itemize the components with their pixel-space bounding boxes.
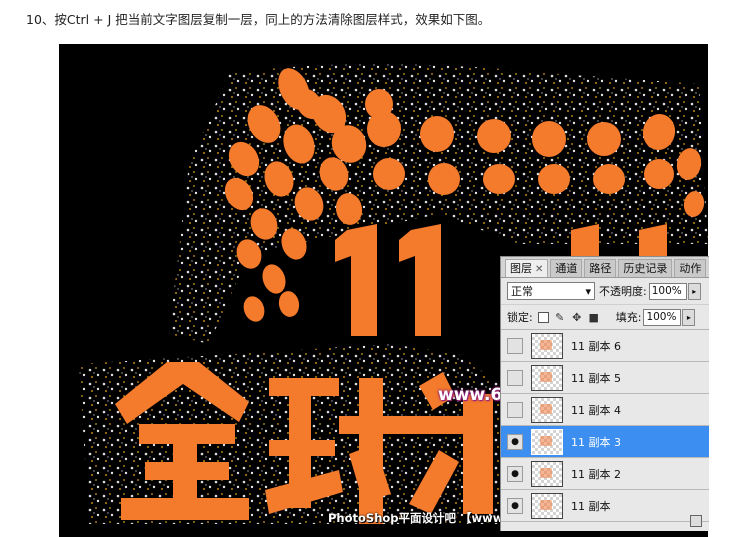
- tab-history-label: 历史记录: [623, 262, 668, 275]
- orange-dot: [428, 163, 460, 195]
- tab-actions[interactable]: 动作: [674, 259, 707, 277]
- visibility-toggle[interactable]: [507, 401, 523, 418]
- opacity-arrow-icon[interactable]: ▸: [687, 282, 701, 300]
- blend-mode-select[interactable]: 正常 ▾: [507, 282, 595, 300]
- orange-dot: [365, 89, 393, 119]
- eye-icon[interactable]: ●: [507, 433, 523, 450]
- visibility-toggle[interactable]: [507, 337, 523, 354]
- layer-name: 11 副本 2: [571, 467, 621, 481]
- panel-tabbar: 图层 ✕ 通道 路径 历史记录 动作: [501, 257, 709, 278]
- opacity-label: 不透明度:: [599, 285, 647, 298]
- tab-paths[interactable]: 路径: [584, 259, 617, 277]
- layer-list: 11 副本 6 11 副本 5 11 副本 4 ● 11 副本 3 ● 11 副本 2 ● 11…: [501, 330, 709, 522]
- layer-thumbnail: [531, 492, 563, 519]
- layer-name: 11 副本 4: [571, 403, 621, 417]
- tab-paths-label: 路径: [589, 262, 612, 275]
- orange-dot: [420, 116, 454, 152]
- move-lock-icon[interactable]: ✥: [571, 311, 583, 324]
- tab-layers[interactable]: 图层 ✕: [505, 259, 549, 277]
- tab-channels-label: 通道: [555, 262, 578, 275]
- opacity-input[interactable]: 100%: [648, 282, 687, 300]
- fill-input[interactable]: 100%: [643, 308, 682, 326]
- tab-channels[interactable]: 通道: [550, 259, 583, 277]
- layer-name: 11 副本 5: [571, 371, 621, 385]
- layer-name: 11 副本 3: [571, 435, 621, 449]
- fill-label: 填充:: [615, 311, 642, 324]
- orange-dot: [373, 158, 405, 190]
- layer-row[interactable]: 11 副本 4: [501, 394, 709, 426]
- orange-dot: [483, 164, 515, 194]
- layer-row[interactable]: ● 11 副本 2: [501, 458, 709, 490]
- orange-dot: [644, 159, 674, 189]
- layer-name: 11 副本: [571, 499, 611, 513]
- panel-resize-icon[interactable]: [690, 515, 702, 527]
- blend-opacity-row: 正常 ▾ 不透明度: 100% ▸: [501, 278, 709, 305]
- orange-dot: [477, 119, 511, 153]
- blend-mode-value: 正常: [511, 285, 533, 298]
- close-icon[interactable]: ✕: [535, 264, 543, 275]
- layer-thumbnail: [531, 428, 563, 455]
- tab-layers-label: 图层: [510, 262, 532, 275]
- layer-row[interactable]: ● 11 副本 3: [501, 426, 709, 458]
- orange-dot: [532, 121, 566, 157]
- layer-row[interactable]: 11 副本 6: [501, 330, 709, 362]
- orange-dot: [243, 296, 265, 322]
- eye-icon[interactable]: ●: [507, 497, 523, 514]
- orange-dot: [262, 264, 286, 294]
- orange-dot: [587, 122, 621, 156]
- lock-transparent-pixels-icon[interactable]: [537, 311, 549, 323]
- layer-row[interactable]: 11 副本 5: [501, 362, 709, 394]
- orange-dot: [593, 164, 625, 194]
- visibility-toggle[interactable]: [507, 369, 523, 386]
- layer-row[interactable]: ● 11 副本: [501, 490, 709, 522]
- orange-dot: [278, 291, 300, 317]
- dropdown-arrow-icon: ▾: [585, 284, 591, 298]
- instruction-caption: 10、按Ctrl + J 把当前文字图层复制一层，同上的方法清除图层样式，效果如…: [26, 12, 491, 27]
- tab-actions-label: 动作: [679, 262, 702, 275]
- tab-history[interactable]: 历史记录: [618, 259, 673, 277]
- layer-thumbnail: [531, 460, 563, 487]
- layer-thumbnail: [531, 332, 563, 359]
- layers-panel: 图层 ✕ 通道 路径 历史记录 动作 正常 ▾ 不透明度: 100% ▸ 锁定: …: [500, 256, 709, 531]
- eye-icon[interactable]: ●: [507, 465, 523, 482]
- lock-label: 锁定:: [507, 311, 533, 324]
- lock-fill-row: 锁定: ✎ ✥ ■ 填充: 100% ▸: [501, 305, 709, 330]
- orange-dot: [538, 164, 570, 194]
- fill-arrow-icon[interactable]: ▸: [682, 308, 696, 326]
- layer-thumbnail: [531, 364, 563, 391]
- lock-all-icon[interactable]: ■: [588, 311, 600, 324]
- brush-lock-icon[interactable]: ✎: [554, 311, 566, 324]
- layer-name: 11 副本 6: [571, 339, 621, 353]
- layer-thumbnail: [531, 396, 563, 423]
